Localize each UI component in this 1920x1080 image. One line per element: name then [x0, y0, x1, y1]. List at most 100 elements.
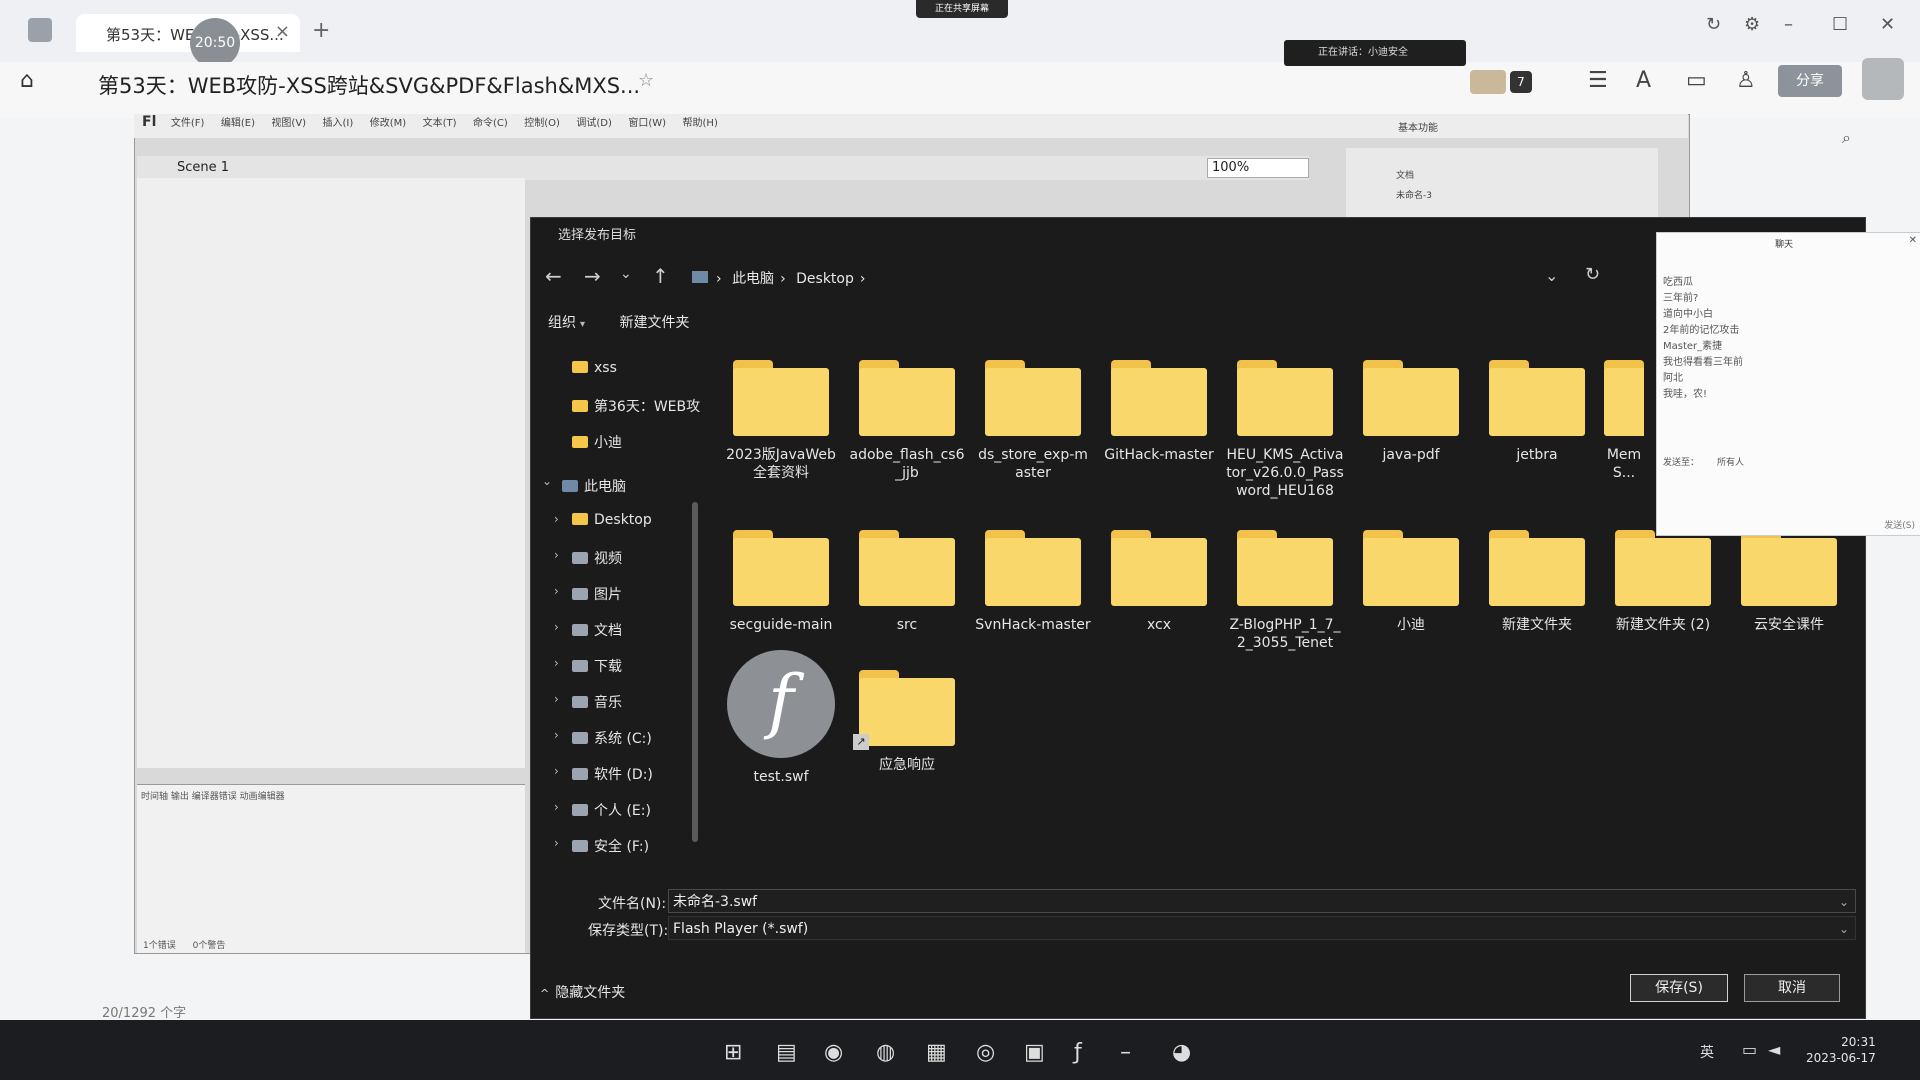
share-button[interactable]: 分享 — [1778, 65, 1842, 97]
user-avatar[interactable] — [1862, 58, 1904, 100]
nav-item[interactable]: 下载 › — [554, 656, 622, 676]
file-explorer-icon[interactable]: ▤ — [776, 1040, 797, 1065]
cancel-button[interactable]: 取消 — [1744, 974, 1840, 1002]
file-item[interactable]: jetbra — [1478, 360, 1596, 464]
close-tab-icon[interactable]: × — [275, 21, 290, 42]
chat-send-to-select[interactable]: 所有人 — [1717, 455, 1744, 468]
workspace-switcher[interactable]: 基本功能 — [1398, 119, 1438, 134]
nav-pane-scrollbar[interactable] — [692, 502, 698, 842]
network-icon[interactable]: ▭ — [1742, 1040, 1757, 1059]
nav-item[interactable]: 图片 › — [554, 584, 622, 604]
chat-close-icon[interactable]: ✕ — [1909, 235, 1917, 246]
flash-app-icon[interactable]: ƒ — [1074, 1040, 1082, 1065]
globe-icon[interactable]: ◕ — [1172, 1040, 1191, 1065]
file-item[interactable]: Z-BlogPHP_1_7_2_3055_Tenet — [1226, 530, 1344, 652]
timeline-tab[interactable]: 时间轴 — [141, 792, 168, 802]
collapse-chevron-icon[interactable]: ⌄ — [542, 474, 552, 488]
history-chevron-icon[interactable]: ⌄ — [620, 266, 632, 282]
app-icon[interactable]: ▦ — [926, 1040, 947, 1065]
flash-menu-file[interactable]: 文件(F) — [171, 118, 205, 129]
ime-indicator[interactable]: 英 — [1700, 1042, 1714, 1062]
filename-input[interactable]: 未命名-3.swf ⌄ — [668, 889, 1856, 913]
new-folder-button[interactable]: 新建文件夹 — [619, 315, 689, 331]
flash-menu-control[interactable]: 控制(O) — [524, 118, 560, 129]
app-logo-icon[interactable] — [28, 18, 52, 42]
browser-tab[interactable]: 第53天：WEB攻防-XSS... × — [76, 14, 300, 52]
flash-menu-debug[interactable]: 调试(D) — [576, 118, 612, 129]
file-item[interactable]: ↗ 应急响应 — [848, 670, 966, 774]
minimize-button[interactable]: – — [1784, 14, 1793, 35]
up-arrow-icon[interactable]: ↑ — [652, 264, 669, 288]
file-item[interactable]: 小迪 — [1352, 530, 1470, 634]
menu-icon[interactable]: ☰ — [1588, 68, 1608, 93]
expand-chevron-icon[interactable]: › — [554, 512, 559, 526]
expand-chevron-icon[interactable]: › — [554, 836, 559, 850]
refresh-icon[interactable]: ↻ — [1706, 14, 1721, 35]
file-item[interactable]: ds_store_exp-master — [974, 360, 1092, 482]
flash-menu-help[interactable]: 帮助(H) — [683, 118, 718, 129]
expand-chevron-icon[interactable]: › — [554, 656, 559, 670]
chat-app-icon[interactable]: ◍ — [876, 1040, 895, 1065]
back-arrow-icon[interactable]: ← — [545, 264, 562, 288]
participants-avatar[interactable] — [1470, 70, 1506, 94]
word-count[interactable]: 20/1292 个字 — [102, 1002, 186, 1021]
new-tab-button[interactable]: + — [312, 18, 330, 43]
add-user-icon[interactable]: ♙ — [1736, 68, 1756, 93]
nav-item[interactable]: 第36天：WEB攻 — [572, 396, 700, 416]
start-menu-icon[interactable]: ⊞ — [724, 1040, 742, 1065]
compiler-errors-tab[interactable]: 编译器错误 — [192, 792, 237, 802]
chat-send-button[interactable]: 发送(S) — [1884, 518, 1915, 531]
output-tab[interactable]: 输出 — [171, 792, 189, 802]
filetype-dropdown-icon[interactable]: ⌄ — [1839, 917, 1849, 941]
expand-chevron-icon[interactable]: › — [554, 584, 559, 598]
forward-arrow-icon[interactable]: → — [584, 264, 601, 288]
file-item[interactable]: MemS... — [1604, 360, 1644, 482]
nav-item[interactable]: 音乐 › — [554, 692, 622, 712]
flash-menu-insert[interactable]: 插入(I) — [323, 118, 354, 129]
file-item[interactable]: 2023版JavaWeb全套资料 — [722, 360, 840, 482]
search-icon[interactable]: ⌕ — [1842, 128, 1851, 148]
file-item[interactable]: HEU_KMS_Activator_v26.0.0_Password_HEU16… — [1226, 360, 1344, 500]
file-item[interactable]: f test.swf — [722, 650, 840, 786]
app-running-icon[interactable]: – — [1120, 1040, 1131, 1065]
flash-menu-commands[interactable]: 命令(C) — [473, 118, 508, 129]
file-item[interactable]: java-pdf — [1352, 360, 1470, 464]
motion-editor-tab[interactable]: 动画编辑器 — [240, 792, 285, 802]
home-icon[interactable]: ⌂ — [20, 68, 34, 93]
expand-chevron-icon[interactable]: › — [554, 548, 559, 562]
breadcrumb-desktop[interactable]: Desktop — [796, 271, 854, 287]
volume-icon[interactable]: ◄ — [1768, 1040, 1780, 1059]
file-item[interactable]: xcx — [1100, 530, 1218, 634]
file-item[interactable]: GitHack-master — [1100, 360, 1218, 464]
filename-dropdown-icon[interactable]: ⌄ — [1839, 890, 1849, 914]
expand-chevron-icon[interactable]: › — [554, 728, 559, 742]
nav-item[interactable]: 软件 (D:) › — [554, 764, 653, 784]
expand-chevron-icon[interactable]: › — [554, 620, 559, 634]
save-button[interactable]: 保存(S) — [1630, 974, 1728, 1002]
nav-item[interactable]: 此电脑 ⌄ — [542, 474, 626, 496]
file-item[interactable]: 新建文件夹 — [1478, 530, 1596, 634]
flash-menu-view[interactable]: 视图(V) — [271, 118, 306, 129]
refresh-folder-icon[interactable]: ↻ — [1585, 264, 1600, 285]
file-item[interactable]: src — [848, 530, 966, 634]
nav-item[interactable]: 小迪 — [572, 432, 622, 452]
font-size-icon[interactable]: A — [1636, 68, 1651, 93]
settings-icon[interactable]: ⚙ — [1744, 14, 1760, 35]
address-dropdown-icon[interactable]: ⌄ — [1545, 266, 1558, 285]
nav-item[interactable]: xss — [572, 360, 617, 376]
system-clock[interactable]: 20:31 2023-06-17 — [1806, 1034, 1876, 1066]
file-item[interactable]: adobe_flash_cs6_jjb — [848, 360, 966, 482]
star-icon[interactable]: ☆ — [638, 70, 654, 91]
file-item[interactable]: secguide-main — [722, 530, 840, 634]
close-window-button[interactable]: ✕ — [1880, 14, 1895, 35]
nav-item[interactable]: Desktop › — [554, 512, 652, 528]
flash-menu-modify[interactable]: 修改(M) — [370, 118, 406, 129]
file-item[interactable]: 云安全课件 — [1730, 530, 1848, 634]
obs-icon[interactable]: ◎ — [976, 1040, 995, 1065]
file-item[interactable]: 新建文件夹 (2) — [1604, 530, 1722, 634]
breadcrumb-this-pc[interactable]: 此电脑 — [732, 271, 774, 287]
nav-item[interactable]: 个人 (E:) › — [554, 800, 651, 820]
flash-menu-window[interactable]: 窗口(W) — [628, 118, 666, 129]
flash-menu-edit[interactable]: 编辑(E) — [221, 118, 255, 129]
expand-chevron-icon[interactable]: › — [554, 692, 559, 706]
